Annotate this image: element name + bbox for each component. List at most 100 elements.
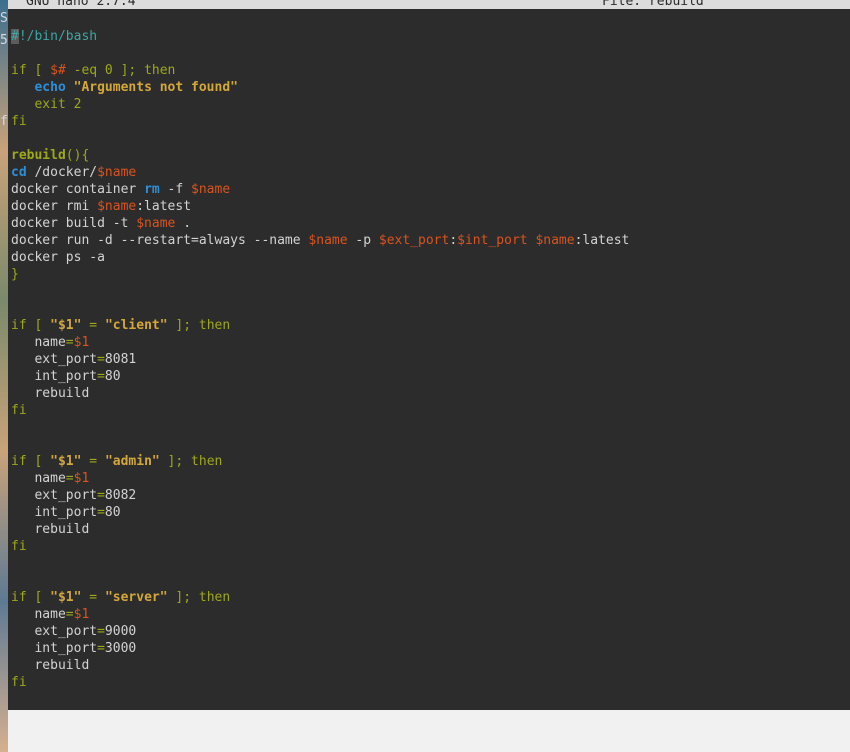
code-token: = [97,624,105,639]
code-line: rebuild [11,521,629,538]
code-line: rebuild [11,657,629,674]
code-line: docker run -d --restart=always --name $n… [11,232,629,249]
code-token: int_port [11,505,98,520]
code-token: . [175,216,192,231]
code-line: ext_port=8081 [11,351,629,368]
code-token: ]; then [167,318,231,333]
code-token: 8082 [104,488,137,503]
code-token: ext_port [11,624,98,639]
code-line: echo "Arguments not found" [11,79,629,96]
code-token: $1 [73,335,90,350]
desktop-background [8,710,850,752]
text-cursor: # [11,29,19,44]
code-token: fi [11,403,27,418]
code-token: if [ [11,454,51,469]
code-token: $int_port [457,233,528,248]
code-token: 80 [104,505,121,520]
code-token: = [97,505,105,520]
code-token: fi [11,675,27,690]
code-line: fi [11,402,629,419]
code-token: $name [308,233,348,248]
code-token: if [ [11,590,51,605]
code-token: cd [11,165,27,180]
code-token: $name [535,233,575,248]
code-token: : [449,233,458,248]
code-token: :latest [574,233,630,248]
code-line: ext_port=9000 [11,623,629,640]
code-token: 8081 [104,352,137,367]
strip-glyph: S [0,11,8,26]
code-token: = [65,471,74,486]
code-line: fi [11,538,629,555]
code-line: rebuild(){ [11,147,629,164]
code-line: name=$1 [11,470,629,487]
code-line: } [11,266,629,283]
code-token: "client" [104,318,168,333]
nano-title-bar: GNU nano 2.7.4 File: rebuild [8,0,850,9]
code-token: docker rmi [11,199,98,214]
code-token: = [81,318,105,333]
code-token: 3000 [104,641,137,656]
code-line: if [ "$1" = "server" ]; then [11,589,629,606]
code-line: fi [11,113,629,130]
file-name-label: File: rebuild [602,0,704,9]
code-token: !/bin/bash [18,29,98,44]
code-token: exit 2 [11,97,82,112]
code-line: int_port=3000 [11,640,629,657]
background-window-strip: S 5 fi [0,0,8,752]
code-token: ext_port [11,352,98,367]
code-token: "$1" [50,590,82,605]
code-token: -p [347,233,379,248]
code-line: cd /docker/$name [11,164,629,181]
code-line: if [ "$1" = "client" ]; then [11,317,629,334]
code-token: -f [159,182,192,197]
code-token: = [81,454,105,469]
nano-terminal-window[interactable]: GNU nano 2.7.4 File: rebuild #!/bin/bash… [8,0,850,710]
code-token: name [11,607,66,622]
code-token: = [97,641,105,656]
code-line: rebuild [11,385,629,402]
code-token: if [ [11,318,51,333]
code-token: rebuild [11,658,90,673]
code-line: int_port=80 [11,504,629,521]
code-token: $ext_port [378,233,450,248]
code-line: int_port=80 [11,368,629,385]
code-editor-buffer[interactable]: #!/bin/bash if [ $# -eq 0 ]; then echo "A… [11,28,629,691]
strip-glyph: fi [0,114,8,129]
code-token: $name [97,165,137,180]
code-token: ]; then [159,454,223,469]
code-line: docker container rm -f $name [11,181,629,198]
code-token: $1 [73,471,90,486]
code-line: ext_port=8082 [11,487,629,504]
code-token: (){ [65,148,90,163]
code-line: if [ $# -eq 0 ]; then [11,62,629,79]
code-token: docker container [11,182,145,197]
code-token: rebuild [11,386,90,401]
code-token: } [11,267,19,282]
code-token: $name [136,216,176,231]
code-token: = [65,335,74,350]
code-token: int_port [11,641,98,656]
code-token: :latest [136,199,192,214]
code-token: rm [144,182,160,197]
code-token: fi [11,114,27,129]
code-token: "server" [104,590,168,605]
code-token: rebuild [11,522,90,537]
code-token: name [11,335,66,350]
code-token: $name [191,182,231,197]
code-token: name [11,471,66,486]
code-token: = [65,607,74,622]
code-token: 9000 [104,624,137,639]
code-token: if [ [11,63,51,78]
code-token: int_port [11,369,98,384]
code-token: "$1" [50,318,82,333]
